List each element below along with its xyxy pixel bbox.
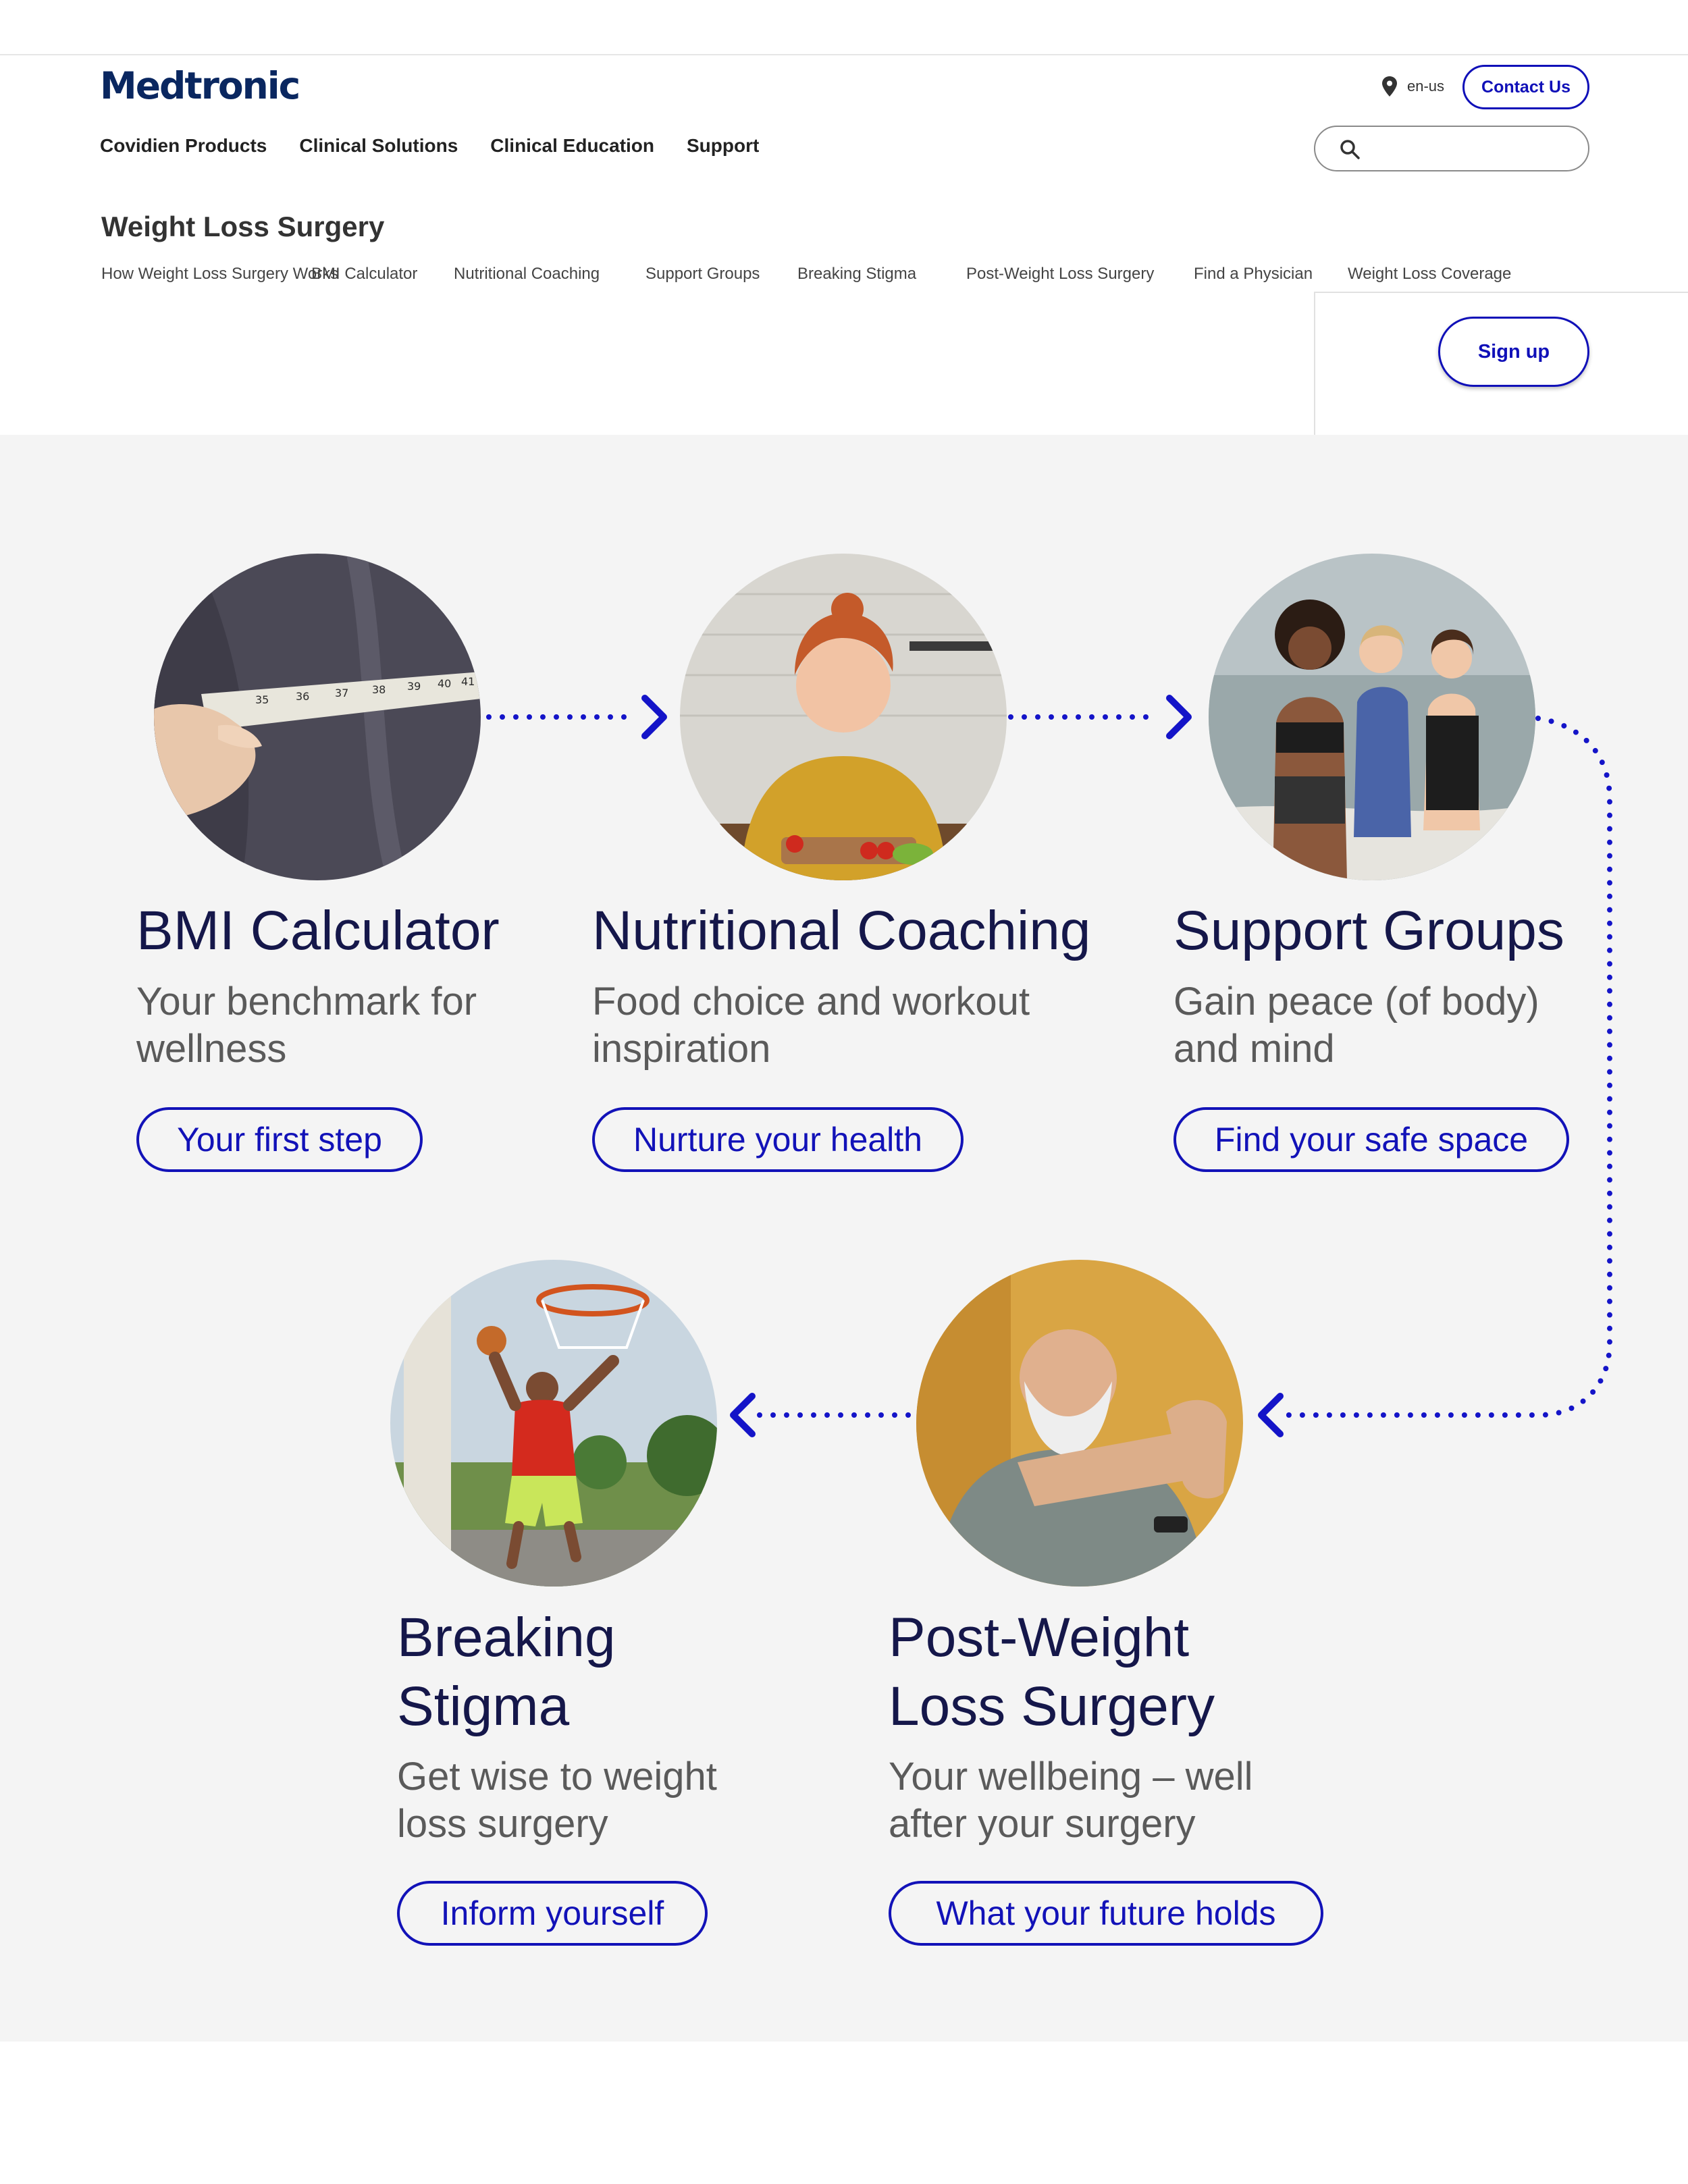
card-title: Support Groups [1173,900,1564,961]
contact-us-button[interactable]: Contact Us [1462,65,1589,109]
card-title: Breaking [397,1607,616,1668]
nav-item-support[interactable]: Support [687,135,759,157]
support-groups-image[interactable] [1209,554,1535,880]
sign-up-button[interactable]: Sign up [1438,317,1589,387]
medtronic-logo[interactable]: Medtronic [100,64,300,107]
locale-label: en-us [1407,78,1445,95]
find-your-safe-space-button[interactable]: Find your safe space [1173,1107,1569,1172]
locale-selector[interactable]: en-us [1381,76,1444,97]
chevron-left-icon [730,1393,756,1437]
subnav-post-weight-loss-surgery[interactable]: Post-Weight Loss Surgery [966,265,1194,284]
card-title: Post-Weight [889,1607,1190,1668]
card-description: after your surgery [889,1802,1196,1846]
section-subnav: How Weight Loss Surgery Works BMI Calcul… [101,265,1511,284]
section-title: Weight Loss Surgery [101,211,385,242]
chevron-left-icon [1258,1393,1284,1437]
main-navigation: Covidien Products Clinical Solutions Cli… [100,135,759,157]
search-icon [1340,140,1360,159]
top-divider [0,54,1688,55]
subnav-nutritional-coaching[interactable]: Nutritional Coaching [454,265,645,284]
subnav-breaking-stigma[interactable]: Breaking Stigma [797,265,966,284]
woman-cooking-illustration [680,554,1007,880]
post-weight-loss-surgery-image[interactable] [916,1260,1243,1587]
nav-item-clinical-solutions[interactable]: Clinical Solutions [299,135,458,157]
subnav-how-weight-loss-surgery-works[interactable]: How Weight Loss Surgery Works [101,265,338,284]
basketball-player-illustration [390,1260,717,1587]
card-description: Gain peace (of body) [1173,980,1539,1023]
arrowhead-right-1 [637,705,647,729]
tape-number: 39 [407,680,421,693]
location-pin-icon [1382,76,1397,97]
chevron-right-icon [1166,695,1192,739]
card-title: BMI Calculator [136,900,500,961]
nutritional-coaching-image[interactable] [680,554,1007,880]
card-description: wellness [136,1027,287,1071]
card-description: and mind [1173,1027,1335,1071]
nurture-your-health-button[interactable]: Nurture your health [592,1107,964,1172]
card-description: Food choice and workout [592,980,1030,1023]
card-title: Loss Surgery [889,1676,1215,1737]
what-your-future-holds-button[interactable]: What your future holds [889,1881,1323,1946]
friends-at-beach-illustration [1209,554,1535,880]
chevron-right-icon [641,695,667,739]
card-description: Your benchmark for [136,980,477,1023]
tape-number: 40 [438,677,451,690]
tape-number: 38 [372,683,386,696]
tape-number: 41 [461,675,475,688]
search-input[interactable] [1314,126,1589,171]
tape-number: 37 [335,687,348,699]
man-stretching-illustration [916,1260,1243,1587]
your-first-step-button[interactable]: Your first step [136,1107,423,1172]
subnav-find-a-physician[interactable]: Find a Physician [1194,265,1348,284]
subnav-support-groups[interactable]: Support Groups [645,265,797,284]
inform-yourself-button[interactable]: Inform yourself [397,1881,708,1946]
breaking-stigma-image[interactable] [390,1260,717,1587]
nav-item-clinical-education[interactable]: Clinical Education [490,135,654,157]
card-description: loss surgery [397,1802,608,1846]
subnav-bmi-calculator[interactable]: BMI Calculator [300,265,454,284]
card-description: inspiration [592,1027,771,1071]
weight-loss-journey: 35 36 37 38 39 40 41 BMI Calculator Your… [0,435,1688,2042]
subnav-weight-loss-coverage[interactable]: Weight Loss Coverage [1348,265,1511,284]
card-description: Your wellbeing – well [889,1755,1253,1799]
tape-number: 35 [255,693,269,706]
bmi-calculator-image[interactable]: 35 36 37 38 39 40 41 [154,554,481,880]
card-title: Nutritional Coaching [592,900,1091,961]
card-title: Stigma [397,1676,570,1737]
tape-number: 36 [296,690,309,703]
tape-measure-illustration: 35 36 37 38 39 40 41 [154,554,481,880]
card-description: Get wise to weight [397,1755,717,1799]
nav-item-covidien-products[interactable]: Covidien Products [100,135,267,157]
